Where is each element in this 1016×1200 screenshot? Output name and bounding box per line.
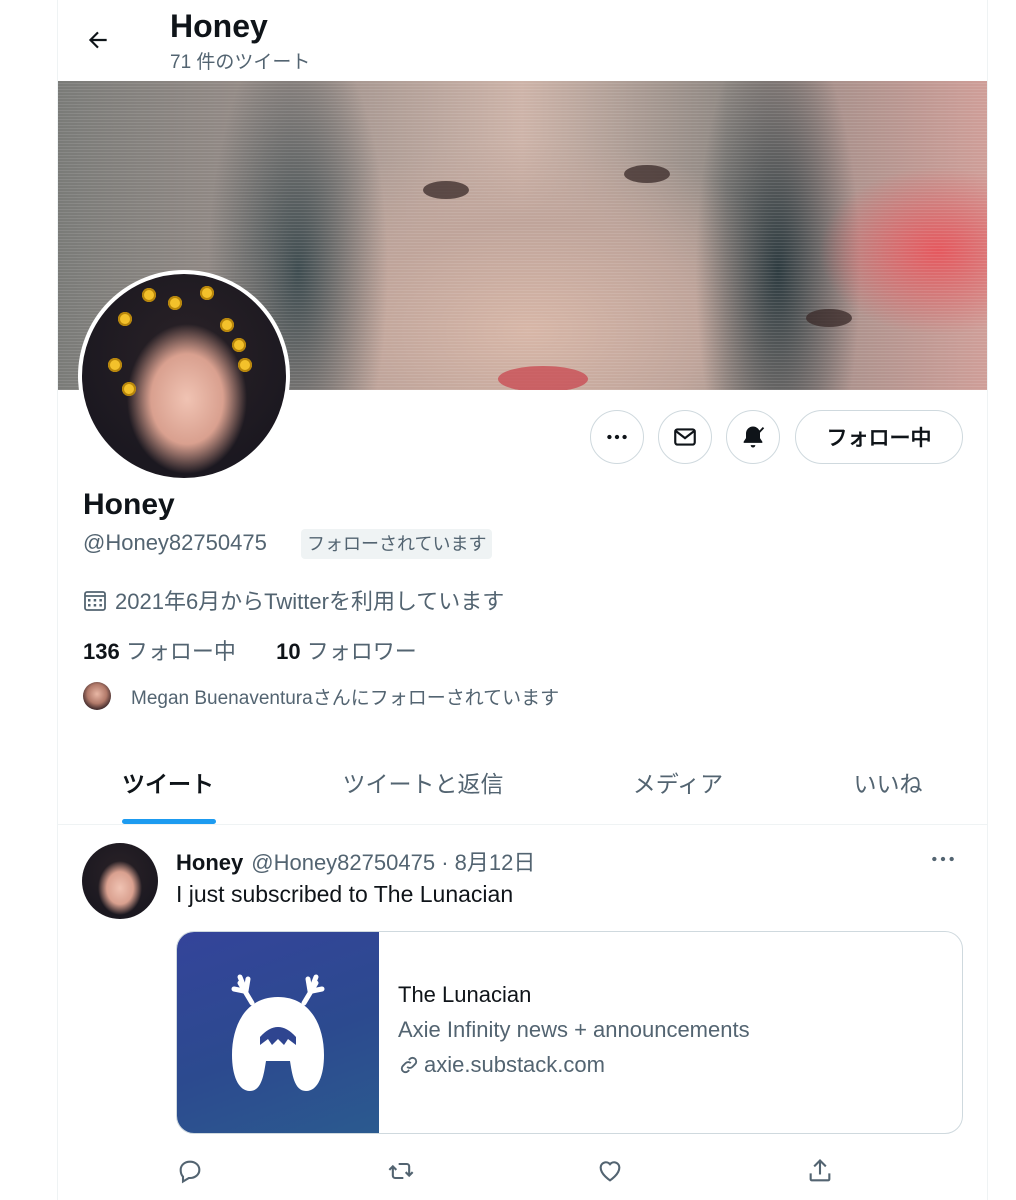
tweet-more-button[interactable] xyxy=(930,851,956,872)
tab-tweets-and-replies[interactable]: ツイートと返信 xyxy=(318,740,528,824)
followers-label: フォロワー xyxy=(306,639,417,664)
card-description: Axie Infinity news + announcements xyxy=(398,1017,750,1042)
arrow-left-icon xyxy=(88,31,107,49)
profile-column: Honey 71 件のツイート フォロー中 Honey @Honey827504… xyxy=(57,0,988,1200)
profile-header: Honey 71 件のツイート xyxy=(58,0,987,80)
card-url-text: axie.substack.com xyxy=(424,1052,605,1077)
following-count: 136 xyxy=(83,639,120,664)
joined-text: 2021年6月からTwitterを利用しています xyxy=(115,589,505,614)
tweet-author-avatar[interactable] xyxy=(82,843,158,919)
active-tab-indicator xyxy=(122,819,216,824)
like-button[interactable] xyxy=(596,1157,624,1185)
following-label: フォロー中 xyxy=(125,639,236,664)
back-button[interactable] xyxy=(78,20,118,60)
tweet[interactable]: Honey @Honey82750475 · 8月12日 I just subsc… xyxy=(58,825,987,1200)
tweet-author-name[interactable]: Honey xyxy=(176,850,243,875)
follow-stats: 136 フォロー中 10 フォロワー xyxy=(83,634,417,666)
tab-media[interactable]: メディア xyxy=(598,740,758,824)
followed-by-text: Megan Buenaventuraさんにフォローされています xyxy=(131,687,560,709)
tweet-date[interactable]: 8月12日 xyxy=(455,850,536,875)
profile-avatar[interactable] xyxy=(78,270,290,482)
tweet-count: 71 件のツイート xyxy=(170,52,311,73)
follows-you-badge: フォローされています xyxy=(301,529,493,559)
tweet-author-handle[interactable]: @Honey82750475 xyxy=(251,850,435,875)
share-button[interactable] xyxy=(806,1157,834,1185)
card-title: The Lunacian xyxy=(398,982,532,1007)
card-image xyxy=(177,932,379,1133)
more-dots-icon xyxy=(932,856,954,862)
link-card[interactable]: The Lunacian Axie Infinity news + announ… xyxy=(176,931,963,1134)
tweet-text: I just subscribed to The Lunacian xyxy=(176,881,514,907)
reply-icon xyxy=(179,1160,201,1184)
link-icon xyxy=(400,1056,418,1074)
tweet-meta: Honey @Honey82750475 · 8月12日 xyxy=(176,845,535,877)
header-title: Honey xyxy=(170,8,268,44)
bell-check-icon xyxy=(743,426,765,448)
profile-tabs: ツイート ツイートと返信 メディア いいね xyxy=(58,740,987,825)
profile-name: Honey xyxy=(83,488,175,521)
heart-icon xyxy=(599,1161,621,1182)
following-button[interactable]: フォロー中 xyxy=(795,410,963,464)
notifications-button[interactable] xyxy=(726,410,780,464)
calendar-icon xyxy=(84,591,106,611)
followers-count: 10 xyxy=(276,639,301,664)
joined-date: 2021年6月からTwitterを利用しています xyxy=(83,584,504,616)
message-button[interactable] xyxy=(658,410,712,464)
followers-link[interactable]: 10 フォロワー xyxy=(276,639,417,664)
follower-avatar xyxy=(83,682,111,710)
share-icon xyxy=(809,1159,831,1182)
profile-handle: @Honey82750475 xyxy=(83,530,267,555)
tweet-separator: · xyxy=(441,850,449,875)
lunacian-logo-icon xyxy=(231,974,325,1091)
more-button[interactable] xyxy=(590,410,644,464)
following-link[interactable]: 136 フォロー中 xyxy=(83,639,236,664)
retweet-icon xyxy=(388,1162,414,1180)
reply-button[interactable] xyxy=(176,1157,204,1185)
tab-tweets[interactable]: ツイート xyxy=(78,740,258,824)
retweet-button[interactable] xyxy=(386,1157,414,1185)
envelope-icon xyxy=(674,428,696,446)
tab-likes[interactable]: いいね xyxy=(828,740,948,824)
card-url: axie.substack.com xyxy=(398,1052,605,1078)
more-dots-icon xyxy=(607,434,627,440)
followed-by-link[interactable]: Megan Buenaventuraさんにフォローされています xyxy=(83,682,559,710)
